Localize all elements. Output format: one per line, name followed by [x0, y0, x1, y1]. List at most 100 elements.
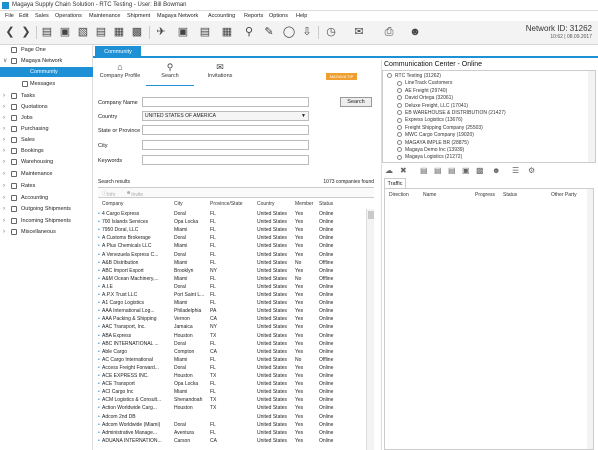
table-row[interactable]: • Administrative Manage... Aventura FL Unite… [98, 429, 366, 437]
sidebar-item-page-one[interactable]: Page One [0, 45, 93, 55]
menu-reports[interactable]: Reports [244, 13, 263, 19]
state-input[interactable] [142, 125, 309, 135]
menu-accounting[interactable]: Accounting [208, 13, 235, 19]
table-row[interactable]: • A.P.X Trust LLC Port Saint L... FL United … [98, 291, 366, 299]
truck-icon[interactable]: ▣ [176, 25, 190, 39]
airplane-icon[interactable]: ✈ [154, 25, 168, 39]
table-row[interactable]: • Adcom 2nd DB United States Yes Online [98, 413, 366, 421]
folder-icon[interactable]: ▣ [58, 25, 72, 39]
col-direction[interactable]: Direction [389, 192, 409, 198]
delete-icon[interactable]: ▩ [476, 166, 484, 175]
table-row[interactable]: • AAA International Log... Philadelphia PA U… [98, 307, 366, 315]
table-row[interactable]: • Able Cargo Compton CA United States Yes Onli… [98, 348, 366, 356]
chevron-right-icon[interactable]: › [3, 193, 5, 203]
list-icon[interactable]: ☰ [512, 166, 519, 175]
col-province[interactable]: Province/State [210, 200, 243, 209]
tab-community[interactable]: Community [95, 46, 141, 58]
sidebar-item-tasks[interactable]: › Tasks [0, 91, 93, 101]
pen-icon[interactable]: ✎ [262, 25, 276, 39]
sidebar-item-outgoing-shipments[interactable]: › Outgoing Shipments [0, 204, 93, 214]
download-icon[interactable]: ⇩ [300, 25, 314, 39]
import-icon[interactable]: ▩ [130, 25, 144, 39]
chevron-right-icon[interactable]: › [3, 91, 5, 101]
globe-icon[interactable]: ◯ [282, 25, 296, 39]
menu-edit[interactable]: Edit [19, 13, 28, 19]
menu-magaya-network[interactable]: Magaya Network [157, 13, 198, 19]
table-row[interactable]: • ACE EXPRESS INC. Houston TX United States Y… [98, 372, 366, 380]
tree-node[interactable]: MAGAYA IMPLE BR (28875) [397, 140, 469, 147]
menu-operations[interactable]: Operations [55, 13, 82, 19]
results-scrollbar[interactable] [366, 209, 374, 450]
tree-node[interactable]: Deluxe Freight, LLC (17041) [397, 103, 468, 110]
table-row[interactable]: • A&M Ocean Machinery,... Miami FL United St… [98, 275, 366, 283]
col-status[interactable]: Status [319, 200, 333, 209]
table-row[interactable]: • AAC Transport, Inc. Jamaica NY United Stat… [98, 323, 366, 331]
table-row[interactable]: • ABA Express Houston TX United States Yes Onl… [98, 332, 366, 340]
menu-options[interactable]: Options [269, 13, 288, 19]
chevron-right-icon[interactable]: › [3, 181, 5, 191]
sidebar-item-messages[interactable]: Messages [0, 79, 93, 89]
chevron-down-icon[interactable]: ∨ [3, 56, 7, 66]
sidebar-item-community[interactable]: Community [0, 67, 93, 77]
document-icon-3[interactable]: ▤ [448, 166, 456, 175]
table-row[interactable]: • 4 Cargo Express Doral FL United States Yes O… [98, 210, 366, 218]
table-row[interactable]: • AAA Packing & Shipping Vernon CA United St… [98, 315, 366, 323]
document-icon-2[interactable]: ▤ [434, 166, 442, 175]
chevron-right-icon[interactable]: › [3, 169, 5, 179]
sidebar-item-sales[interactable]: › Sales [0, 135, 93, 145]
document-list-icon[interactable]: ▤ [198, 25, 212, 39]
col-company[interactable]: Company [102, 200, 123, 209]
stop-icon[interactable]: ▣ [462, 166, 470, 175]
sidebar-item-quotations[interactable]: › Quotations [0, 102, 93, 112]
clock-icon[interactable]: ◷ [324, 25, 338, 39]
sidebar-item-jobs[interactable]: › Jobs [0, 113, 93, 123]
sidebar-item-bookings[interactable]: › Bookings [0, 146, 93, 156]
search-tab[interactable]: ⚲ Search [146, 60, 194, 86]
calculator-icon[interactable]: ▦ [220, 25, 234, 39]
table-row[interactable]: • A Customs Brokerage Doral FL United States… [98, 234, 366, 242]
tree-scrollbar[interactable] [588, 71, 595, 162]
chevron-right-icon[interactable]: › [3, 227, 5, 237]
chevron-right-icon[interactable]: › [3, 216, 5, 226]
tree-node[interactable]: MWC Cargo Company (19020) [397, 132, 474, 139]
search-button[interactable]: Search [340, 97, 372, 107]
table-row[interactable]: • 7950 Doral, LLC Miami FL United States Yes O… [98, 226, 366, 234]
chevron-right-icon[interactable]: › [3, 102, 5, 112]
col-member[interactable]: Member [295, 200, 313, 209]
sidebar-item-rates[interactable]: › Rates [0, 181, 93, 191]
sidebar-item-maintenance[interactable]: › Maintenance [0, 169, 93, 179]
menu-file[interactable]: File [5, 13, 14, 19]
table-row[interactable]: • ACM Logistics & Consult... Shenandoah TX U… [98, 396, 366, 404]
table-row[interactable]: • Access Freight Forward... Doral FL United … [98, 364, 366, 372]
user-icon[interactable]: ☻ [408, 25, 422, 39]
table-row[interactable]: • ABC Import Export Brooklyn NY United State… [98, 267, 366, 275]
back-icon[interactable]: ❮ [3, 25, 17, 39]
info-button[interactable]: ⓘ Info [102, 190, 115, 198]
tree-node[interactable]: Magaya Demo Inc (13939) [397, 147, 464, 154]
gear-icon[interactable]: ⚙ [528, 166, 535, 175]
chevron-right-icon[interactable]: › [3, 157, 5, 167]
sidebar-item-magaya-network[interactable]: ∨ Magaya Network [0, 56, 93, 66]
table-row[interactable]: • A Plus Chemicals LLC Miami FL United State… [98, 242, 366, 250]
table-row[interactable]: • ADUANA INTERNATION... Carson CA United Sta… [98, 437, 366, 445]
tree-node[interactable]: David Ortega (32061) [397, 95, 453, 102]
table-row[interactable]: • ACI Cargo Inc Miami FL United States Yes Onl… [98, 388, 366, 396]
col-name[interactable]: Name [423, 192, 436, 198]
mail-icon[interactable]: ✉ [352, 25, 366, 39]
invite-button[interactable]: ☻ Invite [126, 190, 143, 198]
col-city[interactable]: City [174, 200, 183, 209]
new-document-icon[interactable]: ▤ [40, 25, 54, 39]
sidebar-item-warehousing[interactable]: › Warehousing [0, 157, 93, 167]
close-chat-icon[interactable]: ✖ [400, 166, 407, 175]
document-icon[interactable]: ▤ [94, 25, 108, 39]
sidebar-item-miscellaneous[interactable]: › Miscellaneous [0, 227, 93, 237]
table-row[interactable]: • Action Worldwide Carg... Houston TX United… [98, 404, 366, 412]
tree-node[interactable]: Freight Shipping Company (25503) [397, 125, 483, 132]
sidebar-item-purchasing[interactable]: › Purchasing [0, 124, 93, 134]
search-document-icon[interactable]: ⚲ [242, 25, 256, 39]
table-row[interactable]: • Adcom Worldwide (Miami) Doral FL United St… [98, 421, 366, 429]
invitations-tab[interactable]: ✉ Invitations [196, 60, 244, 86]
menu-shipment[interactable]: Shipment [127, 13, 150, 19]
keywords-input[interactable] [142, 155, 309, 165]
magaya-tip-button[interactable]: MAGAYA TIP [326, 73, 357, 80]
